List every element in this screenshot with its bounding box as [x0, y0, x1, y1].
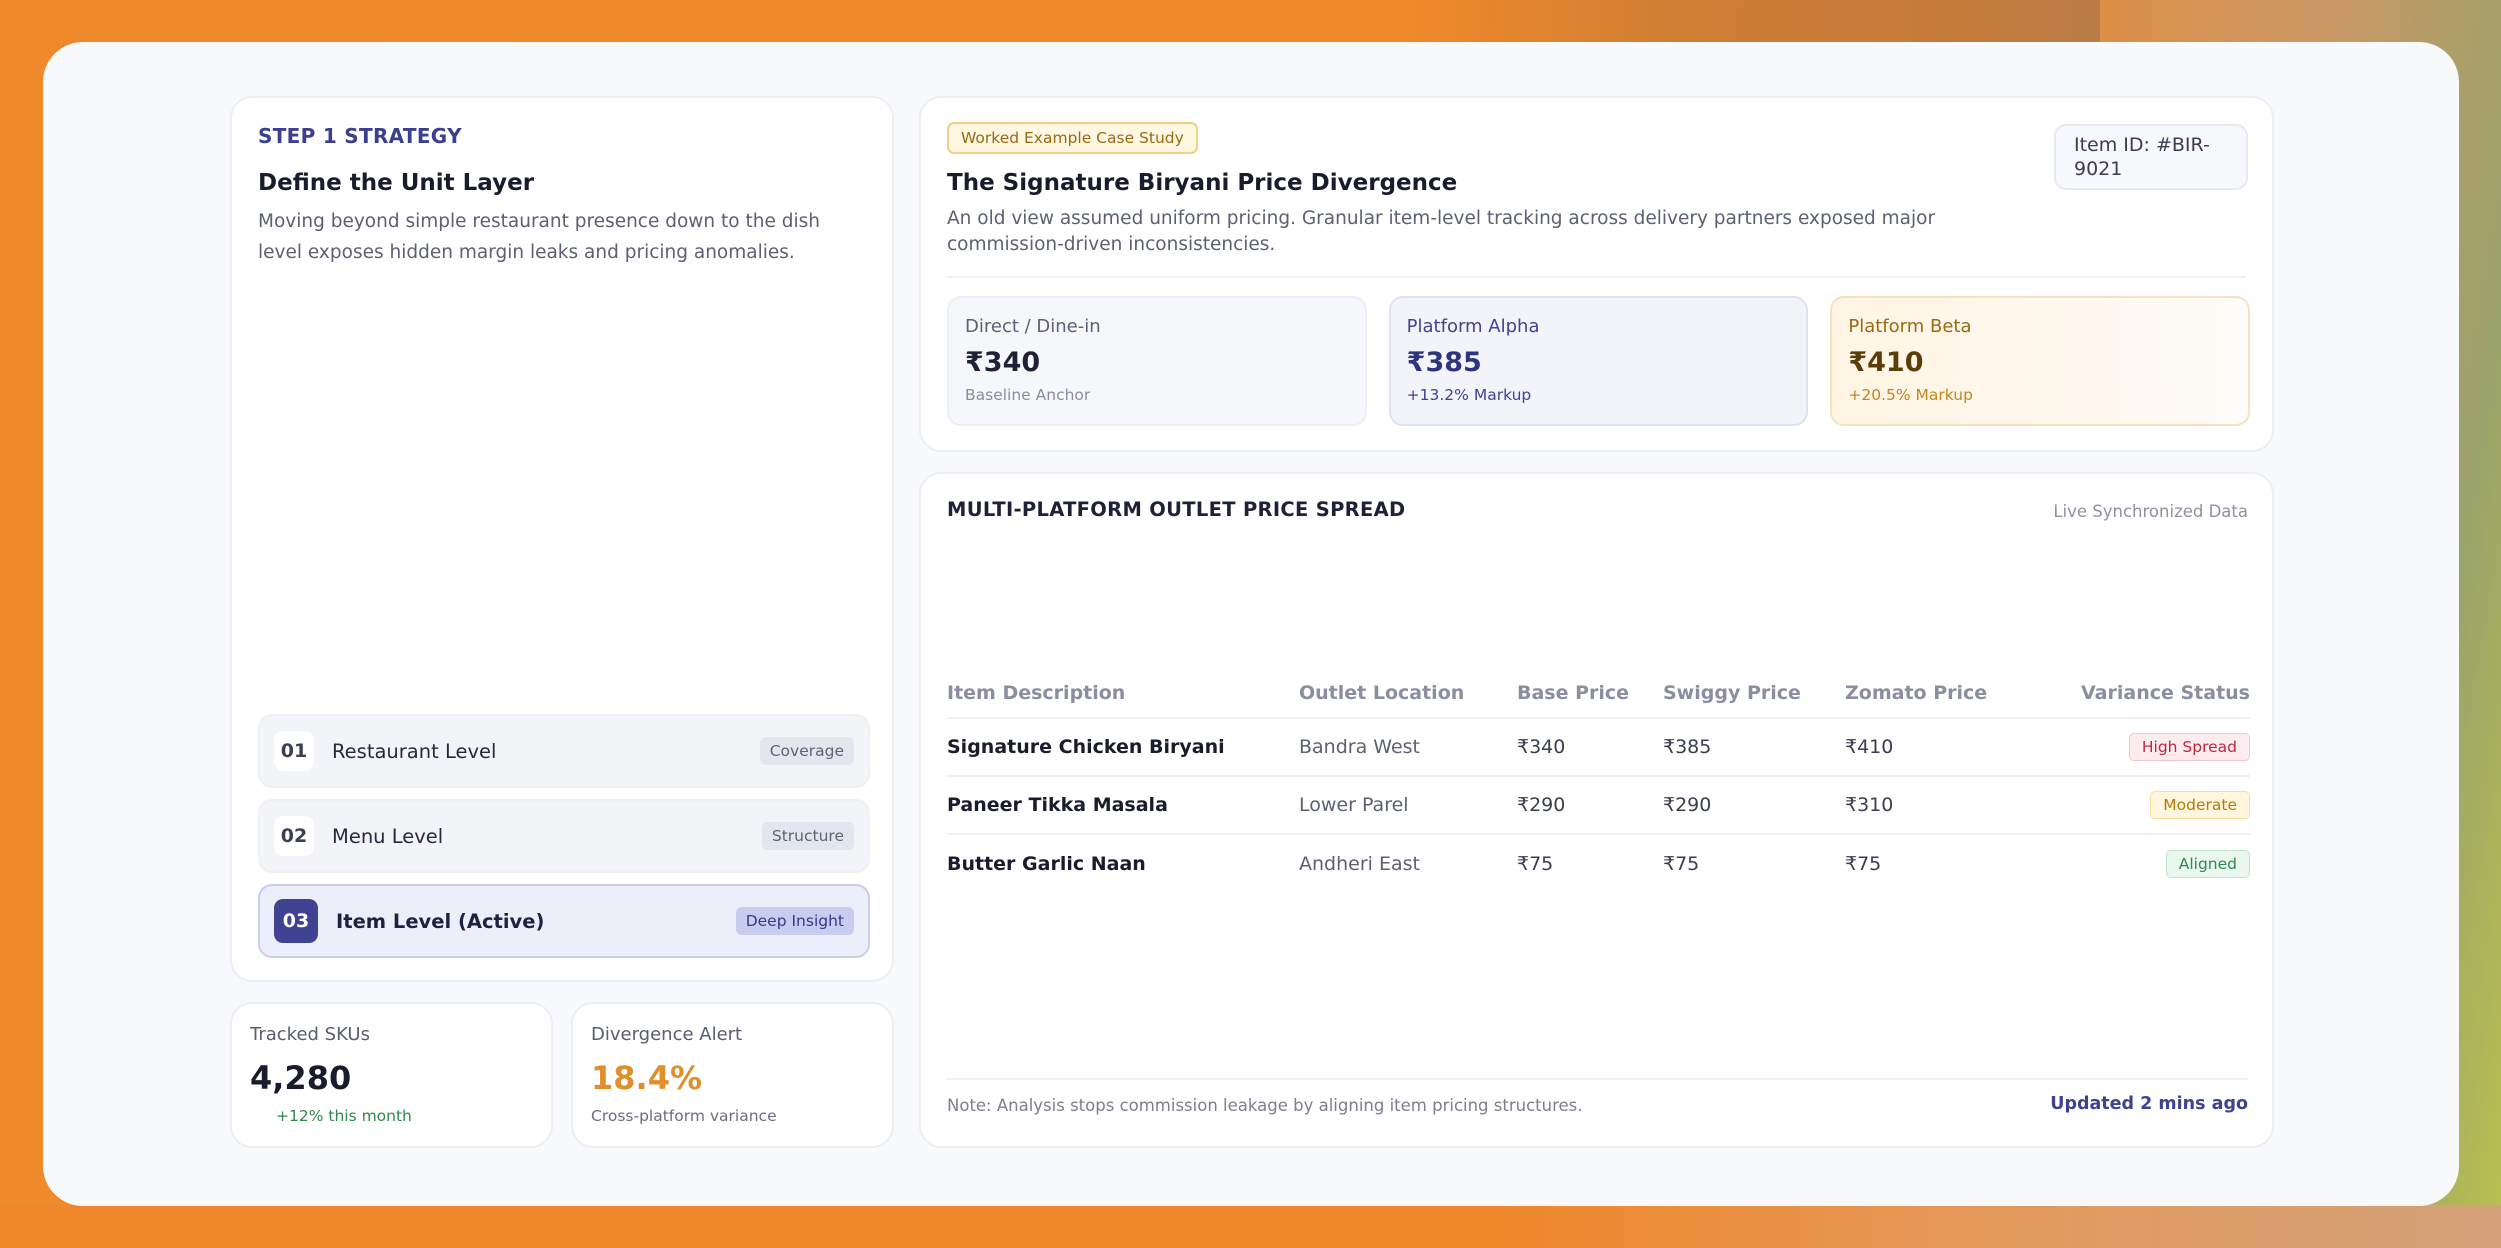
price-card-platform-alpha: Platform Alpha ₹385 +13.2% Markup — [1388, 296, 1809, 426]
level-number: 01 — [274, 731, 314, 771]
divider — [947, 276, 2246, 278]
background-bottom-band — [0, 1205, 2501, 1248]
analysis-note: Note: Analysis stops commission leakage … — [947, 1096, 1583, 1115]
dashboard-frame: STEP 1 STRATEGY Define the Unit Layer Mo… — [43, 42, 2459, 1206]
level-tag: Coverage — [759, 737, 854, 765]
price-value: ₹410 — [1848, 347, 1924, 378]
swiggy-price-cell: ₹290 — [1663, 775, 1845, 834]
price-label: Platform Beta — [1848, 316, 1972, 337]
zomato-price-cell: ₹310 — [1845, 775, 2045, 834]
price-label: Platform Alpha — [1406, 316, 1540, 337]
divergence-alert-card: Divergence Alert 18.4% Cross-platform va… — [571, 1002, 894, 1148]
status-cell: Aligned — [2045, 833, 2250, 892]
case-study-title: The Signature Biryani Price Divergence — [947, 170, 1458, 196]
swiggy-price-cell: ₹75 — [1663, 833, 1845, 892]
price-spread-card: MULTI-PLATFORM OUTLET PRICE SPREAD Live … — [919, 472, 2274, 1148]
background-photo-strip — [1400, 0, 2100, 42]
spread-title: MULTI-PLATFORM OUTLET PRICE SPREAD — [947, 498, 1406, 521]
level-tag: Structure — [761, 822, 854, 850]
updated-timestamp[interactable]: Updated 2 mins ago — [2050, 1094, 2248, 1114]
zomato-price-cell: ₹410 — [1845, 717, 2045, 776]
level-item-menu[interactable]: 02 Menu Level Structure — [258, 799, 870, 873]
price-value: ₹340 — [965, 347, 1041, 378]
table-header-row: Item Description Outlet Location Base Pr… — [947, 680, 2250, 718]
status-cell: Moderate — [2045, 775, 2250, 834]
level-number: 03 — [274, 899, 318, 943]
stat-value: 4,280 — [250, 1059, 352, 1097]
level-list: 01 Restaurant Level Coverage 02 Menu Lev… — [258, 714, 870, 969]
strategy-card: STEP 1 STRATEGY Define the Unit Layer Mo… — [230, 96, 894, 982]
stat-label: Divergence Alert — [591, 1024, 743, 1045]
item-cell: Paneer Tikka Masala — [947, 775, 1299, 834]
price-card-platform-beta: Platform Beta ₹410 +20.5% Markup — [1830, 296, 2251, 426]
case-study-description: An old view assumed uniform pricing. Gra… — [947, 208, 1936, 255]
strategy-title: Define the Unit Layer — [258, 170, 535, 196]
level-item-item-active[interactable]: 03 Item Level (Active) Deep Insight — [258, 884, 870, 958]
item-id-badge: Item ID: #BIR-9021 — [2054, 124, 2248, 190]
swiggy-price-cell: ₹385 — [1663, 717, 1845, 776]
column-header[interactable]: Outlet Location — [1299, 680, 1517, 718]
stat-value: 18.4% — [591, 1059, 703, 1097]
level-number: 02 — [274, 816, 314, 856]
case-study-badge: Worked Example Case Study — [947, 122, 1198, 154]
column-header[interactable]: Item Description — [947, 680, 1299, 718]
column-header[interactable]: Variance Status — [2045, 680, 2250, 718]
strategy-kicker: STEP 1 STRATEGY — [258, 124, 462, 148]
live-sync-label: Live Synchronized Data — [2053, 502, 2248, 521]
location-cell: Lower Parel — [1299, 775, 1517, 834]
strategy-description: Moving beyond simple restaurant presence… — [258, 211, 820, 263]
status-badge: Moderate — [2150, 791, 2250, 819]
price-note: +20.5% Markup — [1848, 386, 1973, 404]
level-item-restaurant[interactable]: 01 Restaurant Level Coverage — [258, 714, 870, 788]
location-cell: Andheri East — [1299, 833, 1517, 892]
price-note: +13.2% Markup — [1406, 386, 1532, 404]
item-cell: Signature Chicken Biryani — [947, 717, 1299, 776]
price-card-direct: Direct / Dine-in ₹340 Baseline Anchor — [947, 296, 1367, 426]
location-cell: Bandra West — [1299, 717, 1517, 776]
table-row[interactable]: Signature Chicken Biryani Bandra West ₹3… — [947, 717, 2250, 776]
status-badge: High Spread — [2128, 733, 2250, 761]
status-badge: Aligned — [2165, 849, 2250, 878]
price-label: Direct / Dine-in — [965, 316, 1101, 337]
base-price-cell: ₹75 — [1517, 833, 1663, 892]
level-tag: Deep Insight — [735, 907, 854, 935]
level-label: Menu Level — [332, 824, 444, 848]
status-cell: High Spread — [2045, 717, 2250, 776]
zomato-price-cell: ₹75 — [1845, 833, 2045, 892]
level-label: Restaurant Level — [332, 739, 497, 763]
price-comparison: Direct / Dine-in ₹340 Baseline Anchor Pl… — [947, 296, 2251, 426]
column-header[interactable]: Base Price — [1517, 680, 1663, 718]
base-price-cell: ₹340 — [1517, 717, 1663, 776]
case-study-card: Worked Example Case Study The Signature … — [919, 96, 2274, 452]
level-label: Item Level (Active) — [336, 909, 545, 933]
table-row[interactable]: Paneer Tikka Masala Lower Parel ₹290 ₹29… — [947, 775, 2250, 834]
table-row[interactable]: Butter Garlic Naan Andheri East ₹75 ₹75 … — [947, 833, 2250, 892]
base-price-cell: ₹290 — [1517, 775, 1663, 834]
divider — [947, 1078, 2248, 1080]
price-value: ₹385 — [1406, 347, 1482, 378]
column-header[interactable]: Zomato Price — [1845, 680, 2045, 718]
price-note: Baseline Anchor — [965, 386, 1091, 404]
stat-trend: +12% this month — [276, 1107, 412, 1125]
stat-label: Tracked SKUs — [250, 1024, 370, 1045]
item-cell: Butter Garlic Naan — [947, 833, 1299, 892]
tracked-skus-card: Tracked SKUs 4,280 +12% this month — [230, 1002, 553, 1148]
price-spread-table: Item Description Outlet Location Base Pr… — [947, 680, 2250, 892]
stat-caption: Cross-platform variance — [591, 1107, 777, 1125]
column-header[interactable]: Swiggy Price — [1663, 680, 1845, 718]
